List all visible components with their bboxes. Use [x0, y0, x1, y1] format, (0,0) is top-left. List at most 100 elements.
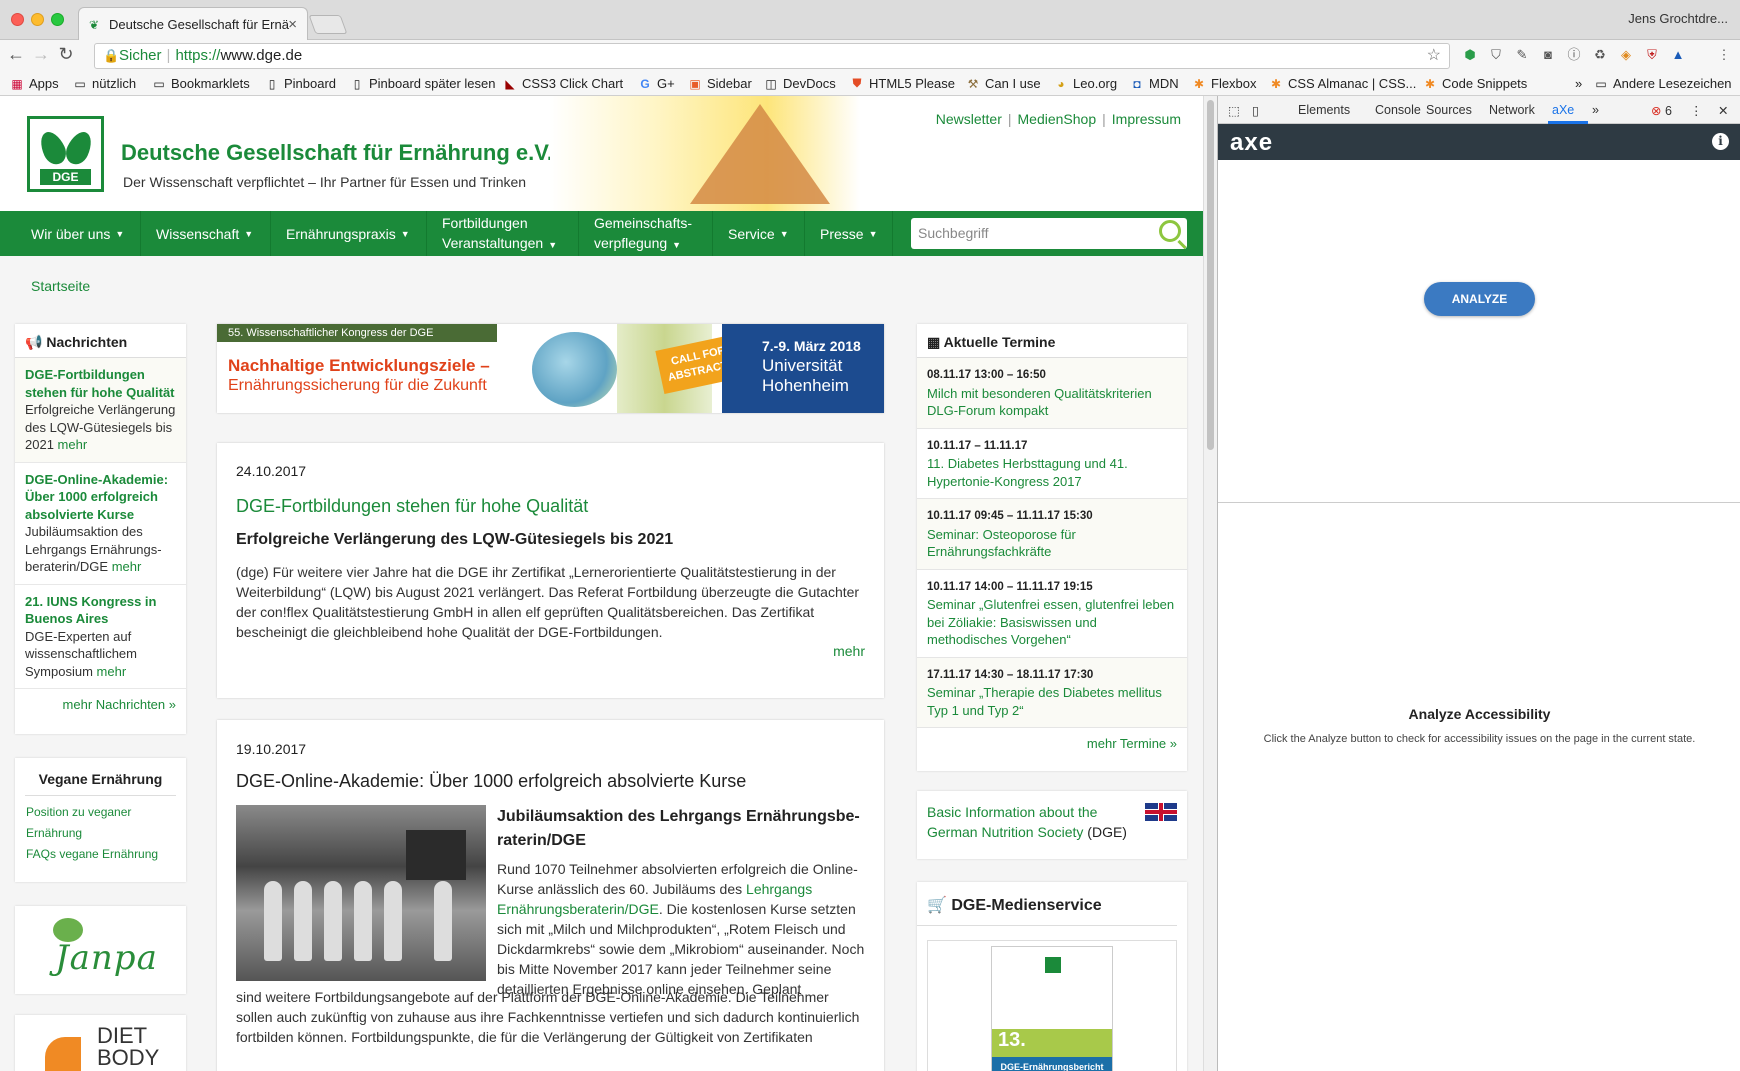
bookmark-apps[interactable]: ▦ Apps [10, 76, 58, 91]
more-news-link[interactable]: mehr Nachrichten » [15, 689, 186, 720]
back-icon[interactable]: ← [6, 44, 26, 65]
event-link[interactable]: Seminar „Therapie des Diabetes mellitus … [927, 684, 1177, 719]
article-more-link[interactable]: mehr [833, 643, 865, 659]
news-item-more[interactable]: mehr [112, 559, 142, 574]
newsletter-link[interactable]: Newsletter [936, 111, 1002, 127]
close-tab-icon[interactable]: × [288, 16, 297, 33]
bookmark-caniuse[interactable]: ⚒ Can I use [966, 76, 1041, 91]
medienshop-link[interactable]: MedienShop [1018, 111, 1097, 127]
devtools-menu-icon[interactable]: ⋮ [1690, 103, 1703, 118]
nav-ernaehrungspraxis[interactable]: Ernährungspraxis ▼ [271, 211, 427, 256]
media-book-frame[interactable]: 13. DGE-Ernährungsbericht [927, 940, 1177, 1071]
article-subtitle: Erfolgreiche Verlängerung des LQW-Gütesi… [236, 531, 674, 548]
vegan-faq-link[interactable]: FAQs vegane Ernährung [15, 844, 186, 865]
extension-green-icon[interactable]: ⬢ [1462, 47, 1478, 63]
event-link[interactable]: Milch mit besonderen Qualitätskriterien … [927, 385, 1177, 420]
diet-body-banner[interactable]: DIET BODY [15, 1015, 186, 1071]
maximize-window-button[interactable] [51, 13, 64, 26]
nav-wissenschaft[interactable]: Wissenschaft ▼ [141, 211, 271, 256]
profile-name[interactable]: Jens Grochtdre... [1628, 11, 1728, 26]
info-icon[interactable]: i [1712, 133, 1729, 150]
bookmarks-overflow-button[interactable]: » [1575, 76, 1582, 91]
news-item-title[interactable]: 21. IUNS Kongress in Buenos Aires [25, 594, 156, 627]
impressum-link[interactable]: Impressum [1112, 111, 1181, 127]
close-devtools-icon[interactable]: ✕ [1718, 103, 1728, 118]
forward-icon[interactable]: → [31, 44, 51, 65]
menu-kebab-icon[interactable]: ⋮ [1716, 47, 1732, 63]
bookmark-other[interactable]: ▭ Andere Lesezeichen [1594, 76, 1731, 91]
article-title[interactable]: DGE-Online-Akademie: Über 1000 erfolgrei… [236, 771, 746, 792]
bookmark-sidebar[interactable]: ▣ Sidebar [688, 76, 751, 91]
more-events-link[interactable]: mehr Termine » [917, 728, 1187, 759]
pocket-icon[interactable]: ⛉ [1488, 47, 1504, 63]
bookmark-pinboard[interactable]: ▯ Pinboard [265, 76, 336, 91]
tab-network[interactable]: Network [1489, 103, 1535, 117]
page-scrollbar[interactable] [1203, 96, 1217, 1071]
article-card: 19.10.2017 DGE-Online-Akademie: Über 100… [217, 720, 884, 1071]
bookmark-css-almanac[interactable]: ✱ CSS Almanac | CSS... [1269, 76, 1416, 91]
address-bar[interactable]: 🔒 Sicher | https://www.dge.de ☆ [94, 43, 1450, 69]
bookmark-devdocs[interactable]: ◫ DevDocs [764, 76, 835, 91]
tab-elements[interactable]: Elements [1298, 103, 1350, 117]
cursor-icon: ◣ [505, 76, 515, 91]
news-item-title[interactable]: DGE-Online-Akademie: Über 1000 erfolgrei… [25, 472, 168, 522]
device-toolbar-icon[interactable]: ▯ [1252, 103, 1259, 118]
congress-banner[interactable]: 55. Wissenschaftlicher Kongress der DGE … [217, 324, 884, 413]
site-title[interactable]: Deutsche Gesellschaft für Ernährung e.V. [121, 140, 553, 166]
close-window-button[interactable] [11, 13, 24, 26]
uk-flag-icon[interactable] [1145, 803, 1177, 821]
vegan-position-link[interactable]: Position zu veganer Ernährung [15, 802, 186, 844]
reload-icon[interactable]: ↻ [56, 44, 76, 65]
bookmark-nuetzlich[interactable]: ▭ nützlich [73, 76, 136, 91]
article-title[interactable]: DGE-Fortbildungen stehen für hohe Qualit… [236, 496, 588, 517]
bookmark-mdn[interactable]: ◘ MDN [1130, 76, 1178, 91]
breadcrumb[interactable]: Startseite [31, 278, 90, 294]
new-tab-button[interactable] [308, 15, 348, 34]
more-tabs-button[interactable]: » [1592, 103, 1599, 117]
event-link[interactable]: 11. Diabetes Herbsttagung und 41. Hypert… [927, 455, 1177, 490]
info-circle-icon[interactable]: ⓘ [1566, 47, 1582, 63]
tab-sources[interactable]: Sources [1426, 103, 1472, 117]
english-info-link[interactable]: Basic Information about the German Nutri… [927, 804, 1097, 840]
chrome-ext-icon[interactable]: ◈ [1618, 47, 1634, 63]
nav-gemeinschaftsverpflegung[interactable]: Gemeinschafts-verpflegung ▼ [579, 211, 713, 256]
triangle-ext-icon[interactable]: ▲ [1670, 47, 1686, 63]
nav-wir-ueber-uns[interactable]: Wir über uns ▼ [15, 211, 141, 256]
news-item-title[interactable]: DGE-Fortbildungen stehen für hohe Qualit… [25, 367, 175, 400]
nav-service[interactable]: Service ▼ [713, 211, 805, 256]
nav-presse[interactable]: Presse ▼ [805, 211, 893, 256]
camera-icon[interactable]: ◙ [1540, 47, 1556, 63]
evernote-icon[interactable]: ✎ [1514, 47, 1530, 63]
dge-logo[interactable]: DGE [27, 116, 104, 192]
inspect-element-icon[interactable]: ⬚ [1228, 103, 1240, 118]
minimize-window-button[interactable] [31, 13, 44, 26]
ublock-icon[interactable]: ⛨ [1644, 47, 1660, 63]
recycle-icon[interactable]: ♻ [1592, 47, 1608, 63]
bookmark-bookmarklets[interactable]: ▭ Bookmarklets [152, 76, 249, 91]
bookmark-pinboard-later[interactable]: ▯ Pinboard später lesen [350, 76, 496, 91]
news-item-more[interactable]: mehr [58, 437, 88, 452]
bookmark-html5please[interactable]: ⛊ HTML5 Please [850, 76, 955, 91]
event-link[interactable]: Seminar: Osteoporose für Ernährungsfachk… [927, 526, 1177, 561]
news-item-more[interactable]: mehr [97, 664, 127, 679]
bookmark-css3-click-chart[interactable]: ◣ CSS3 Click Chart [503, 76, 623, 91]
janpa-banner[interactable]: Janpa [15, 906, 186, 994]
tab-console[interactable]: Console [1375, 103, 1421, 117]
news-heading: 📢 Nachrichten [15, 324, 186, 358]
pane-divider[interactable] [1218, 502, 1740, 503]
scrollbar-thumb[interactable] [1207, 100, 1214, 450]
bookmark-star-icon[interactable]: ☆ [1427, 44, 1441, 68]
bookmark-gplus[interactable]: G G+ [638, 76, 674, 91]
nav-fortbildungen[interactable]: Fortbildungen Veranstaltungen ▼ [427, 211, 579, 256]
site-search-input[interactable]: Suchbegriff [911, 218, 1187, 249]
browser-tab[interactable]: ❦ Deutsche Gesellschaft für Ernä × [78, 7, 308, 40]
event-link[interactable]: Seminar „Glutenfrei essen, glutenfrei le… [927, 596, 1177, 649]
tab-axe[interactable]: aXe [1552, 103, 1574, 117]
analyze-button[interactable]: ANALYZE [1424, 282, 1535, 316]
error-count[interactable]: ⊗ 6 [1651, 103, 1672, 118]
bookmark-flexbox[interactable]: ✱ Flexbox [1192, 76, 1257, 91]
bookmark-leo[interactable]: ◕ Leo.org [1054, 76, 1117, 91]
bookmark-code-snippets[interactable]: ✱ Code Snippets [1423, 76, 1527, 91]
book-title: DGE-Ernährungsbericht [992, 1057, 1112, 1071]
search-icon[interactable] [1159, 220, 1181, 242]
